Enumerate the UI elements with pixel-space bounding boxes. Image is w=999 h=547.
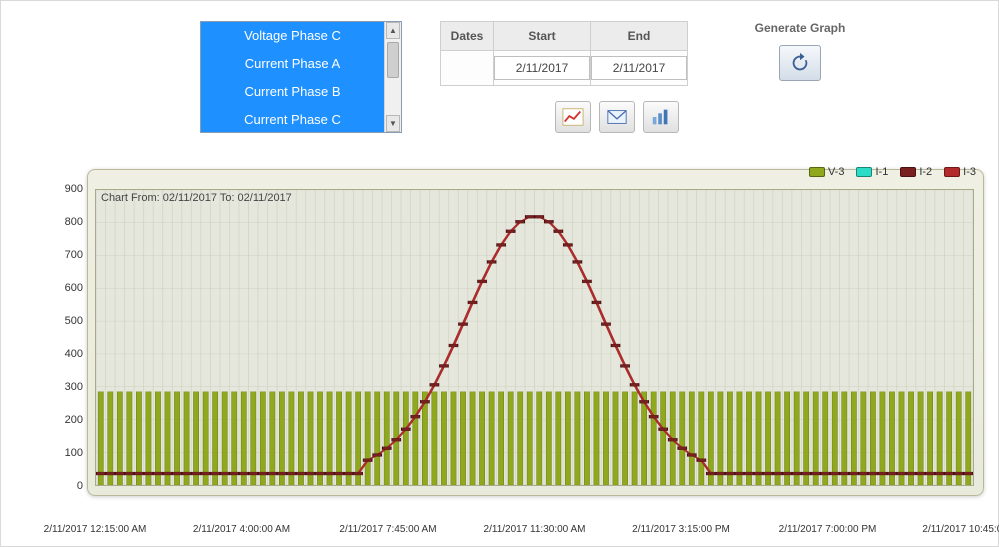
- scroll-up-button[interactable]: ▲: [386, 22, 400, 39]
- legend-swatch: [900, 167, 916, 177]
- line-chart-icon: [562, 107, 584, 127]
- listbox-scrollbar[interactable]: ▲ ▼: [384, 22, 401, 132]
- generate-button[interactable]: [779, 45, 821, 81]
- x-tick-label: 2/11/2017 11:30:00 AM: [484, 524, 586, 535]
- end-date-input[interactable]: [591, 56, 687, 80]
- legend-swatch: [856, 167, 872, 177]
- y-tick-label: 700: [65, 249, 83, 261]
- x-tick-label: 2/11/2017 7:00:00 PM: [779, 524, 877, 535]
- x-tick-label: 2/11/2017 3:15:00 PM: [632, 524, 730, 535]
- series-listbox-inner[interactable]: Voltage Phase C Current Phase A Current …: [201, 22, 384, 132]
- x-tick-label: 2/11/2017 10:45:00 PM: [922, 524, 999, 535]
- legend-swatch: [809, 167, 825, 177]
- legend-item: I-2: [900, 166, 932, 178]
- refresh-icon: [789, 52, 811, 74]
- email-button[interactable]: [599, 101, 635, 133]
- chart-panel: V-3 I-1 I-2 I-3 Chart From: 02/11/2017 T…: [39, 161, 984, 518]
- y-tick-label: 300: [65, 381, 83, 393]
- legend-label: I-1: [875, 166, 888, 178]
- legend-item: I-3: [944, 166, 976, 178]
- scroll-thumb[interactable]: [387, 42, 399, 78]
- y-tick-label: 600: [65, 282, 83, 294]
- plot-svg: [96, 190, 973, 485]
- x-axis-ticks: 2/11/2017 12:15:00 AM2/11/2017 4:00:00 A…: [95, 520, 974, 540]
- dates-row-label: [441, 51, 494, 86]
- start-date-input[interactable]: [494, 56, 590, 80]
- legend-item: V-3: [809, 166, 845, 178]
- y-tick-label: 400: [65, 348, 83, 360]
- x-tick-label: 2/11/2017 12:15:00 AM: [44, 524, 147, 535]
- y-tick-label: 900: [65, 183, 83, 195]
- y-tick-label: 200: [65, 414, 83, 426]
- listbox-item[interactable]: Current Phase A: [201, 50, 384, 78]
- scroll-down-button[interactable]: ▼: [386, 115, 400, 132]
- chart-caption: Chart From: 02/11/2017 To: 02/11/2017: [101, 192, 292, 204]
- start-header: Start: [494, 22, 591, 51]
- generate-label: Generate Graph: [715, 21, 885, 35]
- mail-icon: [606, 107, 628, 127]
- page: { "listbox": { "items": ["Voltage Phase …: [0, 0, 999, 547]
- x-tick-label: 2/11/2017 4:00:00 AM: [193, 524, 290, 535]
- y-axis-ticks: 0100200300400500600700800900: [39, 189, 87, 486]
- legend-label: V-3: [828, 166, 845, 178]
- legend-label: I-2: [919, 166, 932, 178]
- legend: V-3 I-1 I-2 I-3: [809, 164, 976, 180]
- series-listbox[interactable]: Voltage Phase C Current Phase A Current …: [200, 21, 402, 133]
- y-tick-label: 0: [77, 480, 83, 492]
- legend-swatch: [944, 167, 960, 177]
- listbox-item[interactable]: Current Phase B: [201, 78, 384, 106]
- y-tick-label: 100: [65, 447, 83, 459]
- listbox-item[interactable]: Voltage Phase C: [201, 22, 384, 50]
- plot-area: [95, 189, 974, 486]
- controls-row: Voltage Phase C Current Phase A Current …: [15, 11, 984, 151]
- y-tick-label: 500: [65, 315, 83, 327]
- y-tick-label: 800: [65, 216, 83, 228]
- chart-type-button[interactable]: [555, 101, 591, 133]
- legend-label: I-3: [963, 166, 976, 178]
- dates-header: Dates: [441, 22, 494, 51]
- bar-chart-icon: [650, 107, 672, 127]
- x-tick-label: 2/11/2017 7:45:00 AM: [339, 524, 436, 535]
- dates-table: Dates Start End: [440, 21, 688, 86]
- bar-chart-button[interactable]: [643, 101, 679, 133]
- toolbar: [555, 101, 679, 133]
- listbox-item[interactable]: Current Phase C: [201, 106, 384, 132]
- end-header: End: [591, 22, 688, 51]
- legend-item: I-1: [856, 166, 888, 178]
- generate-section: Generate Graph: [715, 21, 885, 81]
